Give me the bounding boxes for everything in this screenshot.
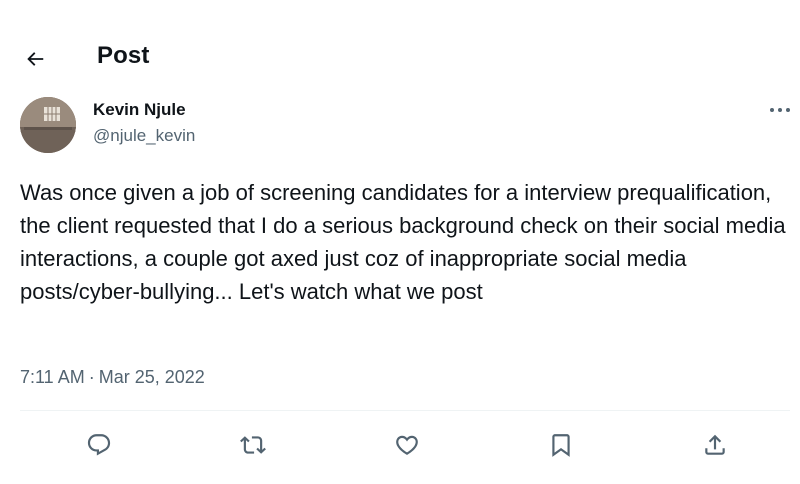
divider: [20, 410, 790, 411]
more-horizontal-icon: [770, 108, 790, 112]
post-timestamp[interactable]: 7:11 AM · Mar 25, 2022: [20, 364, 205, 390]
like-button[interactable]: [392, 430, 422, 460]
reply-button[interactable]: [84, 430, 114, 460]
post-author: Kevin Njule @njule_kevin: [93, 98, 195, 148]
author-name[interactable]: Kevin Njule: [93, 98, 195, 122]
page-title: Post: [97, 42, 150, 69]
repost-button[interactable]: [238, 430, 268, 460]
share-icon: [705, 434, 725, 455]
post-text: Was once given a job of screening candid…: [20, 180, 786, 304]
avatar-photo: [20, 97, 76, 153]
action-bar: [0, 422, 800, 468]
arrow-left-icon: [27, 52, 44, 66]
author-handle[interactable]: @njule_kevin: [93, 124, 195, 148]
like-icon: [396, 435, 418, 455]
bookmark-icon: [552, 434, 570, 457]
bookmark-button[interactable]: [546, 430, 576, 460]
more-options-button[interactable]: [766, 100, 794, 120]
share-button[interactable]: [700, 430, 730, 460]
timestamp-separator: ·: [88, 367, 95, 387]
post-date: Mar 25, 2022: [98, 367, 205, 387]
reply-icon: [87, 434, 111, 456]
post-header: Post: [0, 0, 800, 112]
repost-icon: [240, 436, 266, 454]
back-button[interactable]: [18, 42, 52, 76]
avatar[interactable]: [20, 97, 76, 153]
post-time: 7:11 AM: [20, 367, 85, 387]
